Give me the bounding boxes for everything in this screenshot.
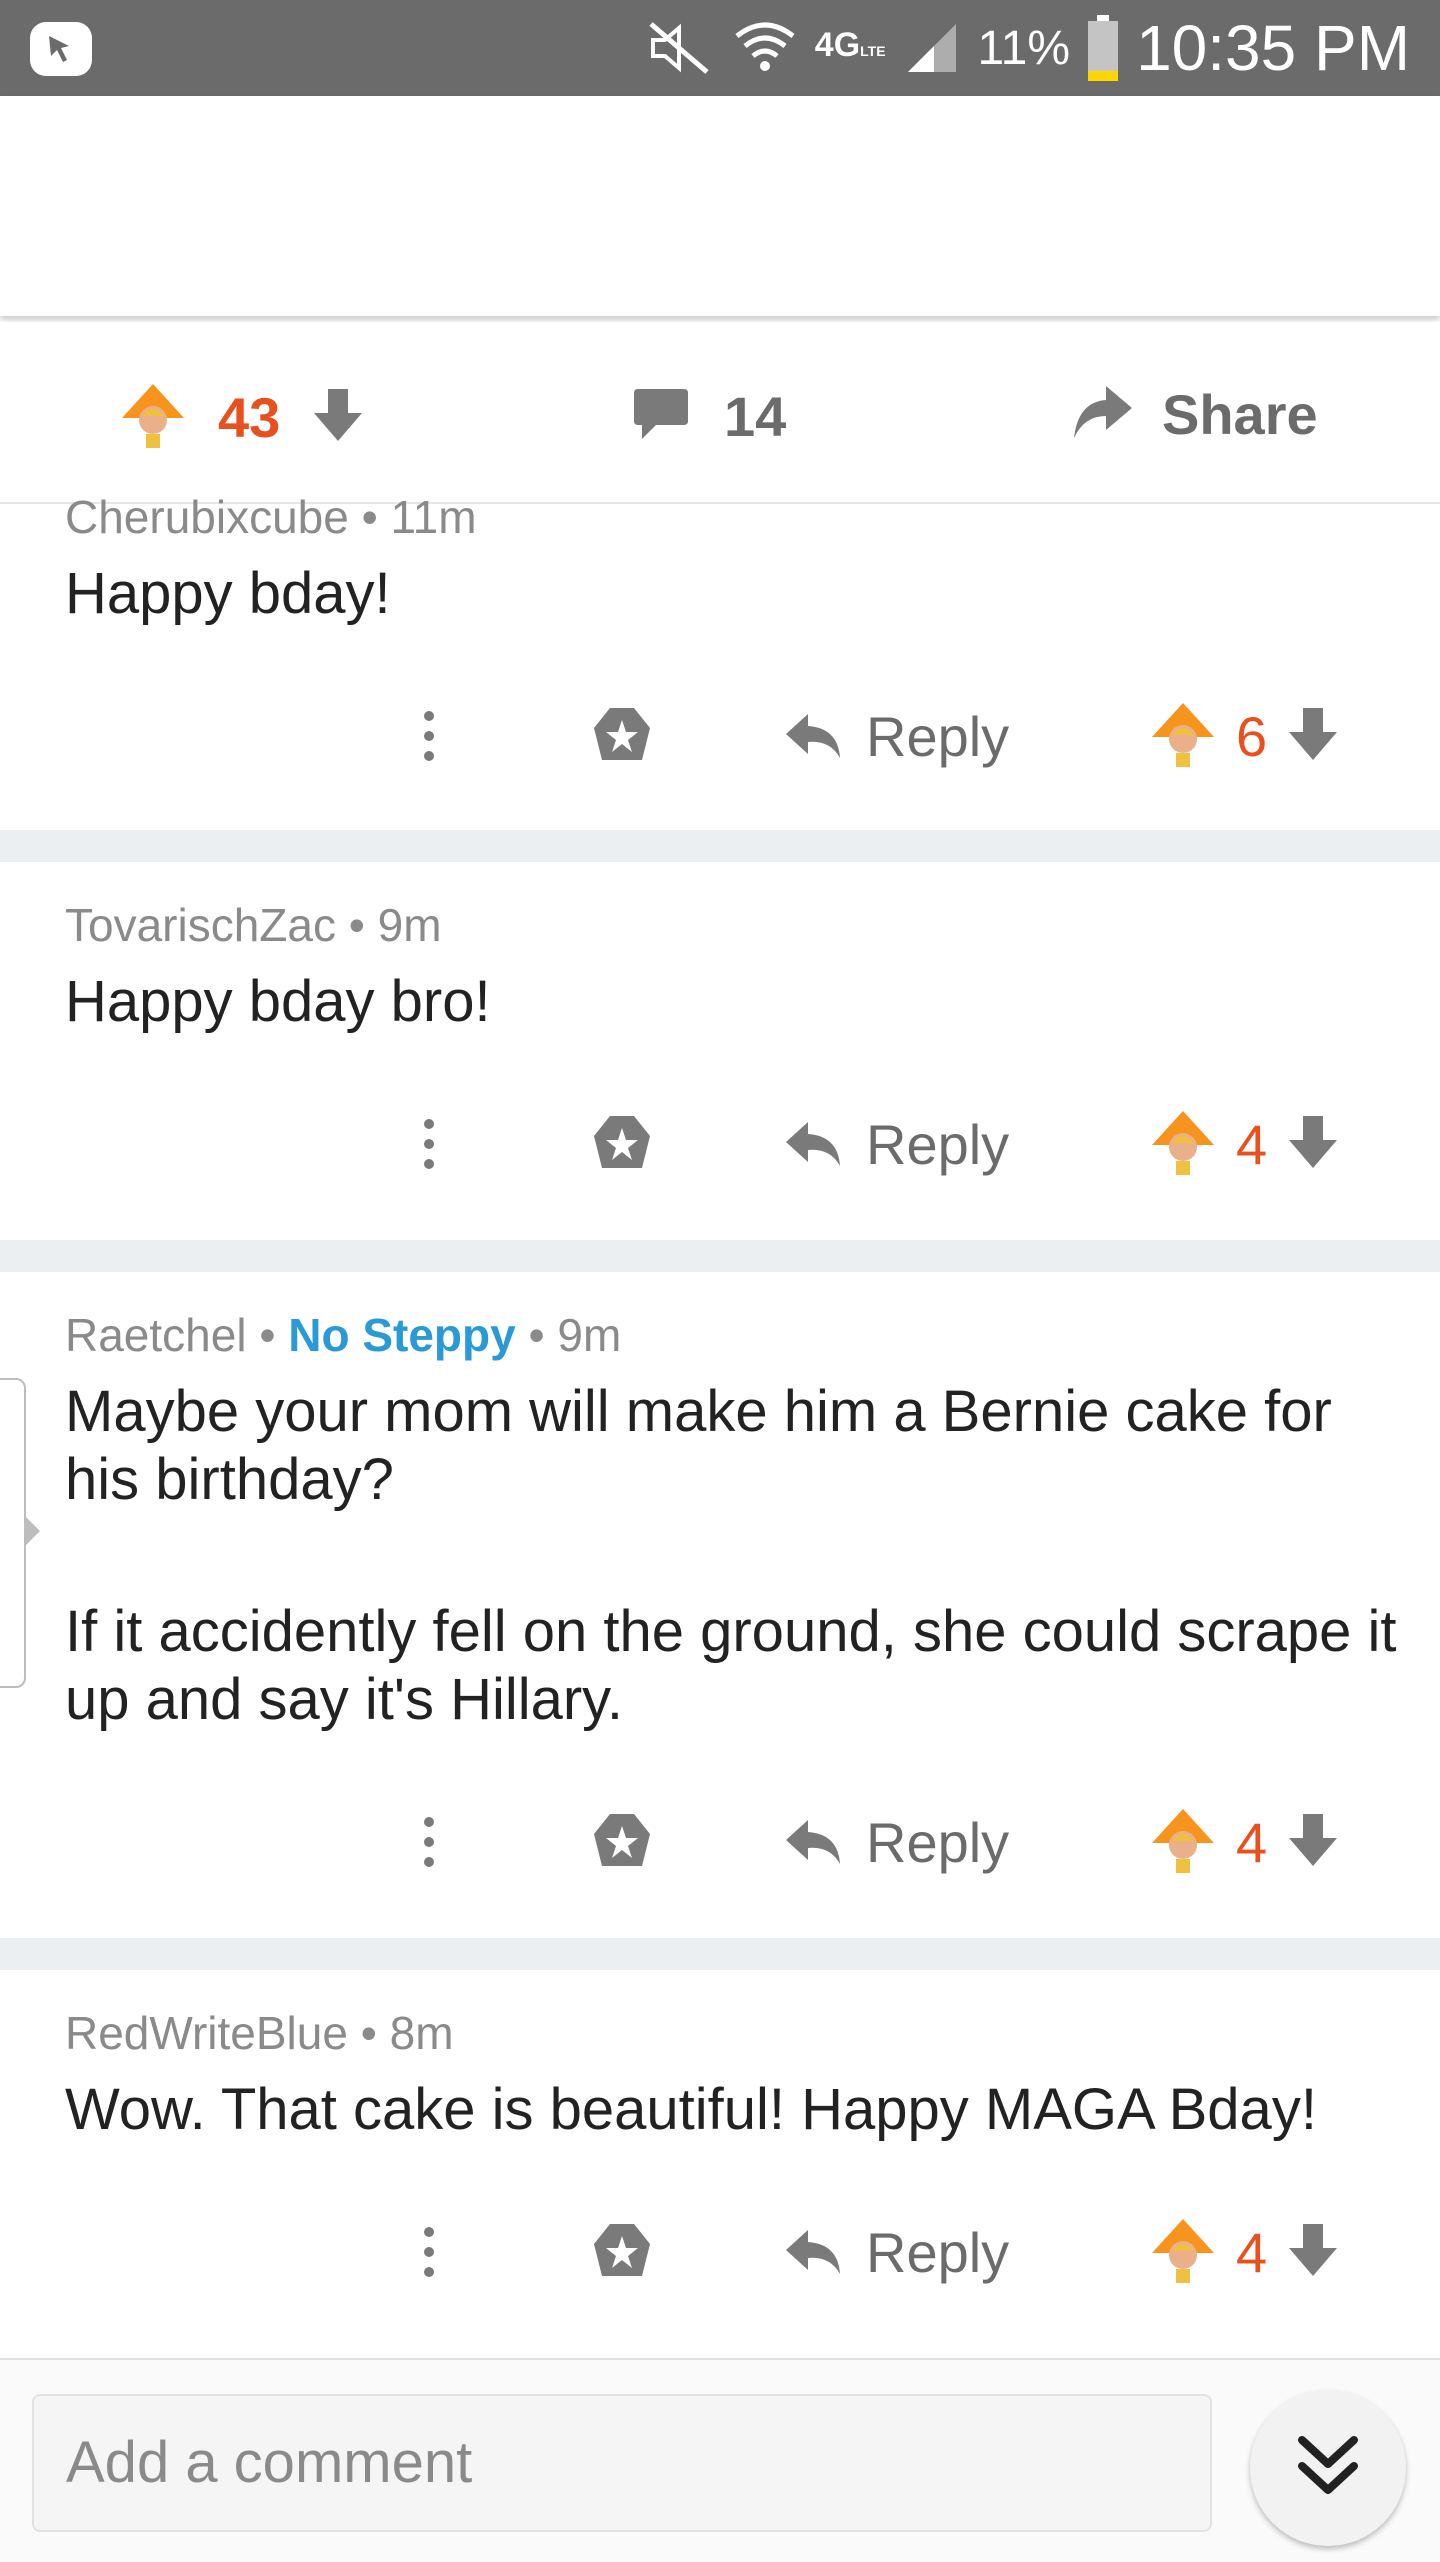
double-chevron-down-icon xyxy=(1296,2432,1360,2505)
award-icon[interactable] xyxy=(590,2212,654,2292)
comment-bubble-icon xyxy=(632,385,690,448)
scroll-down-button[interactable] xyxy=(1250,2390,1406,2546)
comment-paragraph: Maybe your mom will make him a Bernie ca… xyxy=(65,1379,1332,1512)
status-bar: 4GLTE 11% 10:35 PM xyxy=(0,0,1440,96)
more-options-icon[interactable] xyxy=(420,696,438,776)
downvote-icon[interactable] xyxy=(1285,1112,1341,1177)
downvote-icon[interactable] xyxy=(1285,2220,1341,2285)
network-subtype-label: LTE xyxy=(860,43,886,59)
comment-card: RedWriteBlue • 8m Wow. That cake is beau… xyxy=(0,1970,1440,2348)
reply-label: Reply xyxy=(866,704,1010,768)
reply-button[interactable]: Reply xyxy=(784,1802,1009,1882)
award-icon[interactable] xyxy=(590,696,654,776)
comment-score: 4 xyxy=(1236,1810,1268,1874)
share-arrow-icon xyxy=(1070,382,1134,447)
reply-label: Reply xyxy=(866,1810,1010,1874)
award-icon[interactable] xyxy=(590,1104,654,1184)
comment-score: 6 xyxy=(1236,704,1268,768)
comments-count-button[interactable]: 14 xyxy=(632,384,786,449)
network-type-icon: 4GLTE xyxy=(815,28,886,66)
comment-body: Happy bday bro! xyxy=(65,968,1405,1036)
downvote-icon[interactable] xyxy=(310,385,366,450)
comment-actions: Reply 4 xyxy=(0,2212,1440,2292)
comment-vote-group: 4 xyxy=(1148,2212,1341,2292)
wifi-icon xyxy=(733,18,797,78)
post-header-area xyxy=(0,96,1440,316)
upvote-icon[interactable] xyxy=(1148,2215,1218,2290)
reply-label: Reply xyxy=(866,2220,1010,2284)
comment-meta: RedWriteBlue • 8m xyxy=(65,2007,454,2059)
upvote-icon[interactable] xyxy=(1148,1805,1218,1880)
comment-paragraph: If it accidently fell on the ground, she… xyxy=(65,1599,1397,1732)
comment-body: Happy bday! xyxy=(65,560,1405,628)
notification-app-icon xyxy=(30,22,92,76)
comment-actions: Reply 4 xyxy=(0,1802,1440,1882)
cell-signal-icon xyxy=(904,20,960,76)
comment-score: 4 xyxy=(1236,2220,1268,2284)
downvote-icon[interactable] xyxy=(1285,1810,1341,1875)
comment-meta: Cherubixcube • 11m xyxy=(65,491,477,543)
comment-card: TovarischZac • 9m Happy bday bro! Reply … xyxy=(0,862,1440,1240)
comment-author[interactable]: TovarischZac xyxy=(65,899,336,951)
collapse-thread-handle[interactable] xyxy=(0,1378,40,1688)
comment-paragraph: Happy bday! xyxy=(65,561,391,626)
comment-divider xyxy=(0,830,1440,862)
award-icon[interactable] xyxy=(590,1802,654,1882)
comment-meta: Raetchel • No Steppy • 9m xyxy=(65,1309,622,1361)
more-options-icon[interactable] xyxy=(420,1104,438,1184)
comment-paragraph: Happy bday bro! xyxy=(65,969,491,1034)
reply-button[interactable]: Reply xyxy=(784,1104,1009,1184)
upvote-icon[interactable] xyxy=(1148,1107,1218,1182)
clock: 10:35 PM xyxy=(1136,12,1410,84)
more-options-icon[interactable] xyxy=(420,2212,438,2292)
comment-meta: TovarischZac • 9m xyxy=(65,899,442,951)
comment-card: Raetchel • No Steppy • 9m Maybe your mom… xyxy=(0,1272,1440,1938)
comment-age: 9m xyxy=(377,899,442,951)
comment-body: Maybe your mom will make him a Bernie ca… xyxy=(65,1378,1405,1734)
comment-body: Wow. That cake is beautiful! Happy MAGA … xyxy=(65,2076,1405,2144)
user-flair: No Steppy xyxy=(288,1309,516,1361)
comment-actions: Reply 6 xyxy=(0,696,1440,776)
comment-vote-group: 4 xyxy=(1148,1104,1341,1184)
battery-percent: 11% xyxy=(977,21,1071,75)
reply-button[interactable]: Reply xyxy=(784,2212,1009,2292)
add-comment-input[interactable]: Add a comment xyxy=(32,2394,1212,2532)
comment-author[interactable]: Raetchel xyxy=(65,1309,247,1361)
network-type-label: 4G xyxy=(814,26,861,64)
comment-divider xyxy=(0,1240,1440,1272)
comment-score: 4 xyxy=(1236,1112,1268,1176)
upvote-icon[interactable] xyxy=(118,380,188,455)
comment-vote-group: 4 xyxy=(1148,1802,1341,1882)
comment-age: 11m xyxy=(390,491,477,543)
comment-composer-bar: Add a comment xyxy=(0,2358,1440,2562)
comment-paragraph: Wow. That cake is beautiful! Happy MAGA … xyxy=(65,2077,1317,2142)
comment-author[interactable]: Cherubixcube xyxy=(65,491,349,543)
mute-icon xyxy=(645,18,715,78)
comment-card: Cherubixcube • 11m Happy bday! Reply 6 xyxy=(0,491,1440,830)
comment-vote-group: 6 xyxy=(1148,696,1341,776)
share-button[interactable]: Share xyxy=(1070,382,1318,447)
battery-icon xyxy=(1088,15,1119,81)
more-options-icon[interactable] xyxy=(420,1802,438,1882)
reply-button[interactable]: Reply xyxy=(784,696,1009,776)
post-action-bar: 43 14 Share xyxy=(0,322,1440,504)
post-score: 43 xyxy=(218,386,281,449)
upvote-icon[interactable] xyxy=(1148,699,1218,774)
comments-count: 14 xyxy=(724,385,787,448)
comment-actions: Reply 4 xyxy=(0,1104,1440,1184)
downvote-icon[interactable] xyxy=(1285,704,1341,769)
comment-age: 9m xyxy=(557,1309,622,1361)
comment-age: 8m xyxy=(389,2007,454,2059)
comment-author[interactable]: RedWriteBlue xyxy=(65,2007,348,2059)
comment-divider xyxy=(0,1938,1440,1970)
share-label: Share xyxy=(1162,383,1318,446)
reply-label: Reply xyxy=(866,1112,1010,1176)
post-vote-group: 43 xyxy=(118,380,366,455)
